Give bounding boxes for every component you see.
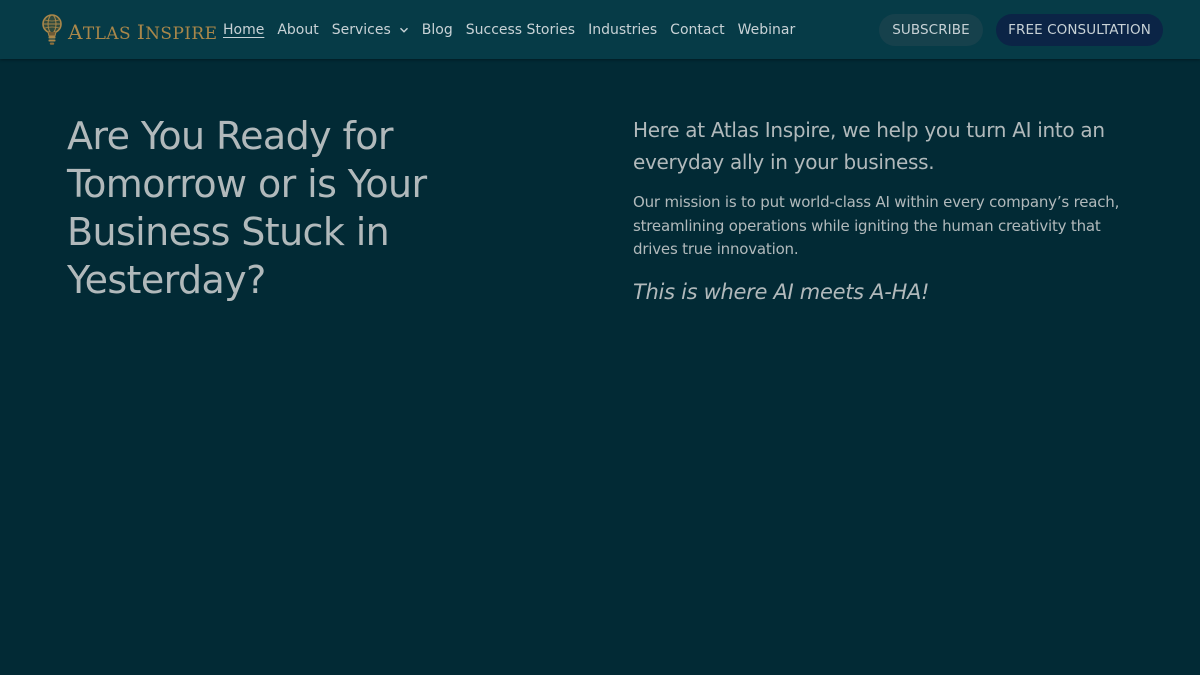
brand-logo[interactable]: ATLAS INSPIRE — [40, 12, 217, 48]
brand-name: ATLAS INSPIRE — [68, 20, 218, 44]
hero-intro: Here at Atlas Inspire, we help you turn … — [633, 118, 1105, 174]
chevron-down-icon[interactable] — [399, 25, 409, 35]
nav-item-services-label: Services — [331, 22, 391, 38]
main-nav: Home About Services Blog Success Stories… — [223, 19, 808, 41]
nav-item-services[interactable]: Services — [332, 22, 409, 38]
nav-item-about[interactable]: About — [277, 22, 318, 38]
nav-item-home[interactable]: Home — [223, 22, 264, 38]
mission-statement: Our mission is to put world-class AI wit… — [633, 193, 1120, 258]
lightbulb-globe-icon — [42, 14, 62, 45]
nav-item-success-stories[interactable]: Success Stories — [466, 22, 575, 38]
nav-item-webinar[interactable]: Webinar — [738, 22, 796, 38]
nav-item-industries[interactable]: Industries — [588, 22, 657, 38]
page: ATLAS INSPIRE Home About Services Blog S… — [0, 0, 1200, 675]
hero-title: Are You Ready for Tomorrow or is Your Bu… — [67, 114, 427, 302]
nav-item-contact[interactable]: Contact — [670, 22, 724, 38]
nav-item-blog[interactable]: Blog — [422, 22, 453, 38]
subscribe-button[interactable]: SUBSCRIBE — [879, 14, 983, 46]
site-header: ATLAS INSPIRE Home About Services Blog S… — [0, 0, 1200, 59]
hero-tagline: This is where AI meets A-HA! — [633, 280, 930, 304]
free-consultation-button[interactable]: FREE CONSULTATION — [996, 14, 1163, 46]
